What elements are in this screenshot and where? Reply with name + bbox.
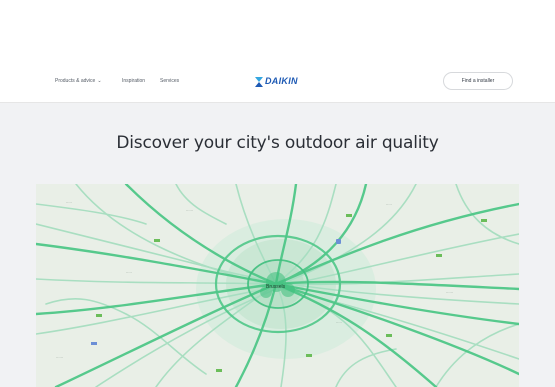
map-canvas: ····· ······ ····· ······ ····· ······ ·… — [36, 184, 519, 387]
svg-text:·····: ····· — [386, 203, 392, 207]
nav-services[interactable]: Services — [160, 77, 179, 85]
page-headline: Discover your city's outdoor air quality — [116, 133, 439, 153]
svg-text:·····: ····· — [336, 321, 342, 325]
svg-text:······: ······ — [186, 209, 193, 213]
chevron-down-icon: ⌄ — [97, 78, 102, 84]
nav-inspiration[interactable]: Inspiration — [122, 77, 145, 85]
find-installer-button[interactable]: Find a installer — [443, 72, 513, 90]
svg-text:·····: ····· — [126, 271, 132, 275]
daikin-logo[interactable]: DAIKIN — [254, 74, 298, 88]
daikin-logo-text: DAIKIN — [265, 76, 298, 86]
top-navigation-bar: Products & advice ⌄ Inspiration Services … — [0, 60, 555, 103]
top-spacer — [0, 0, 555, 60]
air-quality-map[interactable]: ····· ······ ····· ······ ····· ······ ·… — [36, 184, 519, 387]
svg-text:·····: ····· — [66, 201, 72, 205]
svg-text:······: ······ — [446, 291, 453, 295]
map-city-label: Brussels — [266, 284, 286, 290]
daikin-logo-mark-icon — [254, 75, 264, 87]
nav-products-advice-label: Products & advice — [55, 78, 96, 84]
nav-products-advice[interactable]: Products & advice ⌄ — [55, 77, 102, 85]
main-content: Discover your city's outdoor air quality — [0, 103, 555, 387]
svg-text:······: ······ — [56, 356, 63, 360]
